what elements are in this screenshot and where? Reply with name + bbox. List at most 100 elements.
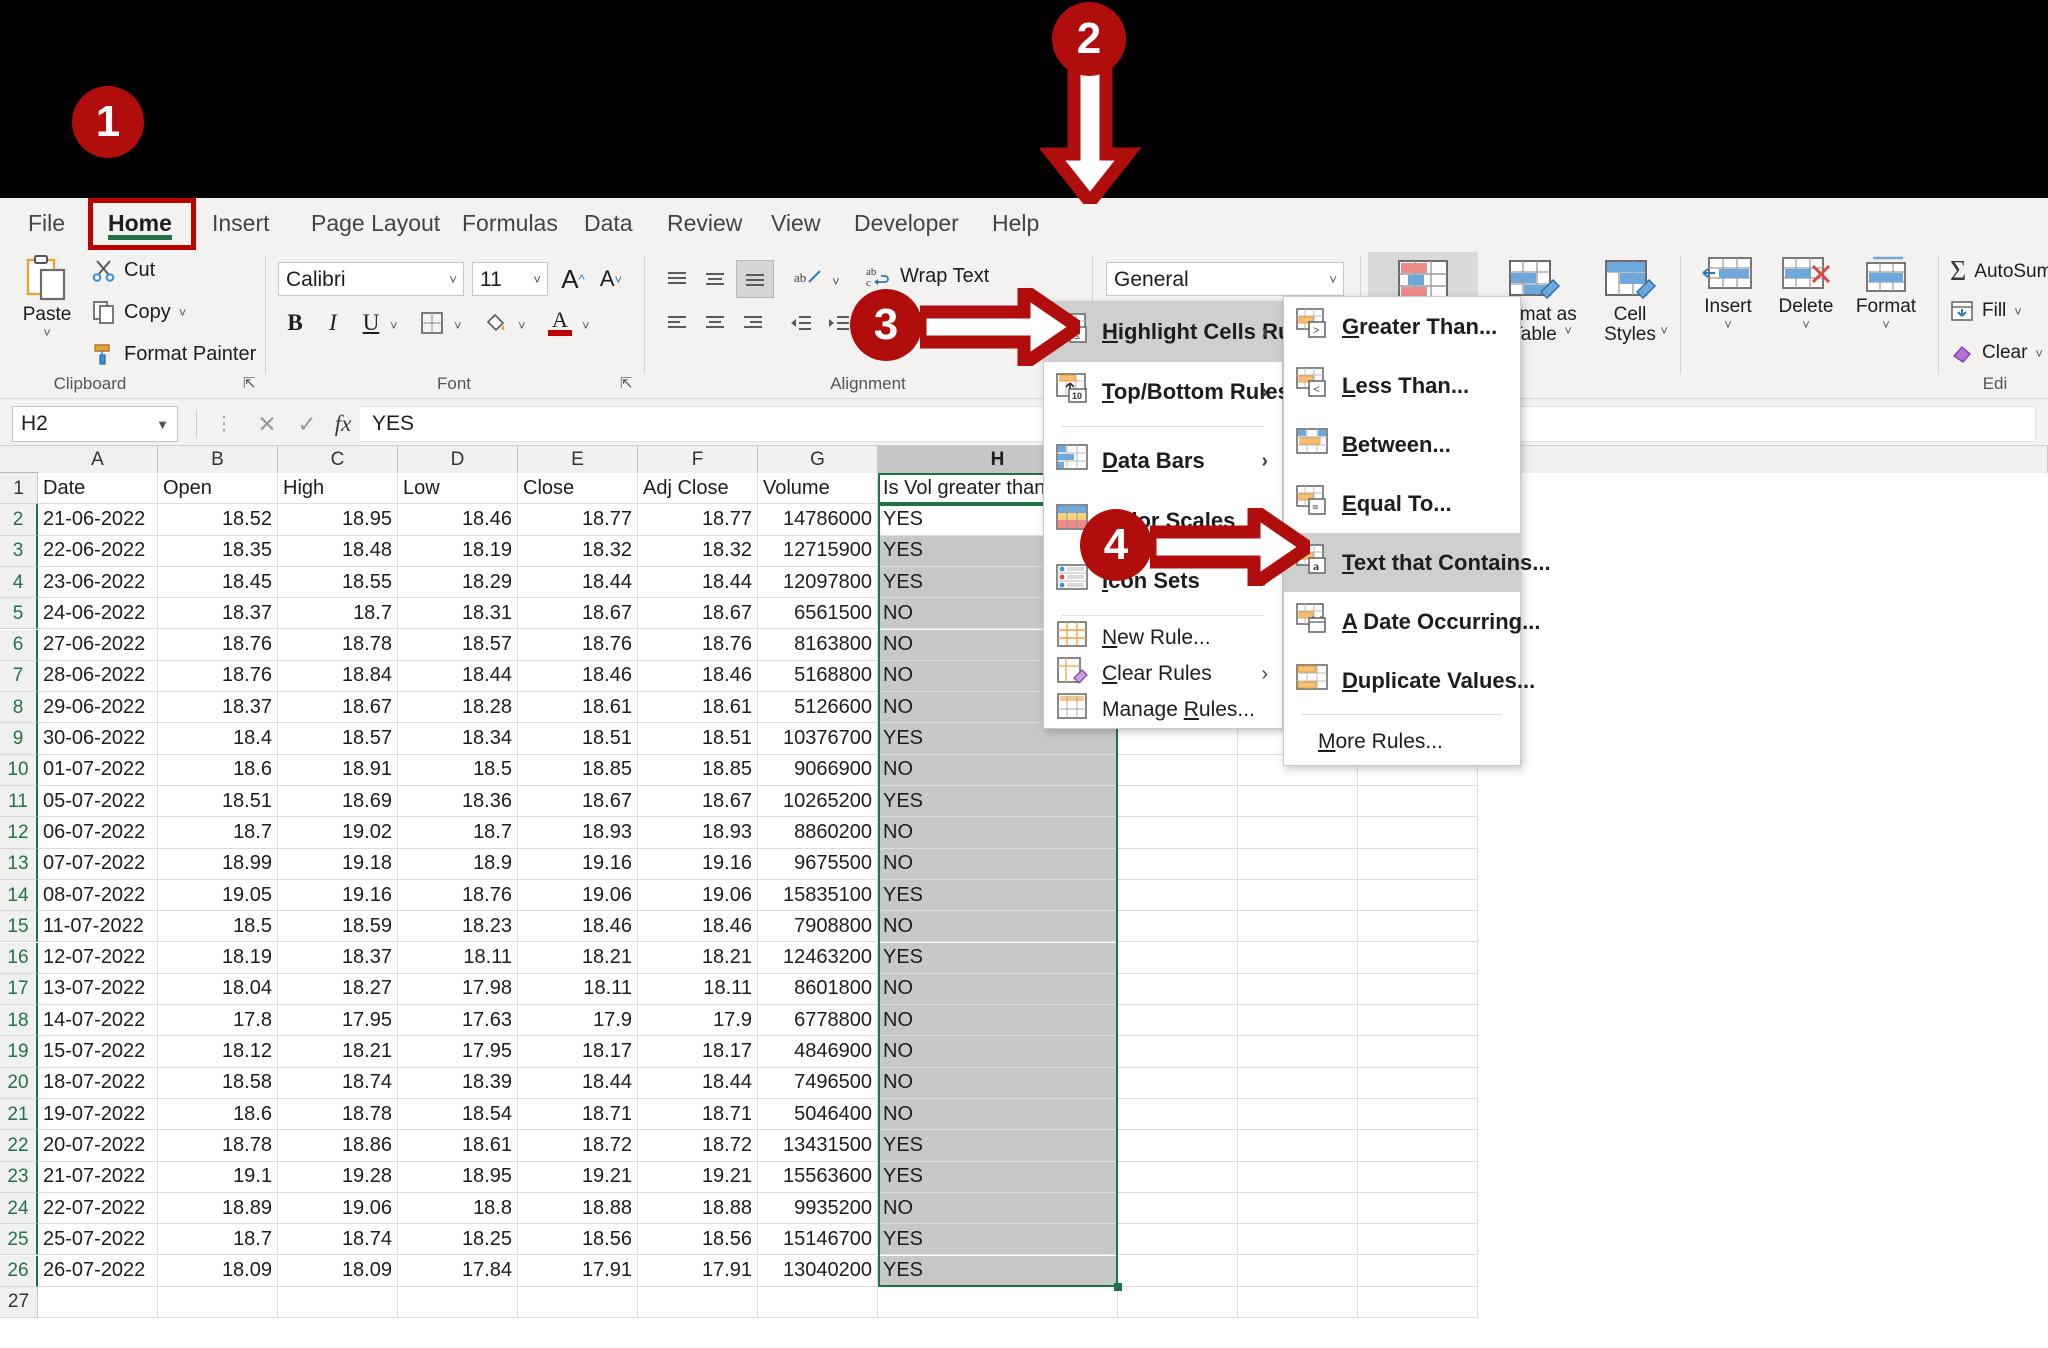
cell-D13[interactable]: 18.9: [398, 848, 518, 880]
cell-J21[interactable]: [1238, 1099, 1358, 1131]
cell-C18[interactable]: 17.95: [278, 1005, 398, 1037]
cell-G12[interactable]: 8860200: [758, 817, 878, 849]
cell-G13[interactable]: 9675500: [758, 848, 878, 880]
cell-B5[interactable]: 18.37: [158, 598, 278, 630]
cell-D23[interactable]: 18.95: [398, 1161, 518, 1193]
format-painter-button[interactable]: Format Painter: [92, 342, 256, 366]
cell-H27[interactable]: [878, 1286, 1118, 1319]
autosum-button[interactable]: Σ AutoSum ˅: [1950, 256, 2048, 288]
cell-J12[interactable]: [1238, 817, 1358, 849]
row-header-9[interactable]: 9: [0, 723, 38, 755]
cell-F1[interactable]: Adj Close: [638, 473, 758, 505]
tab-data[interactable]: Data: [570, 202, 647, 244]
cell-I19[interactable]: [1118, 1036, 1238, 1068]
cell-A27[interactable]: [38, 1286, 158, 1319]
cell-B16[interactable]: 18.19: [158, 942, 278, 974]
row-header-27[interactable]: 27: [0, 1286, 38, 1319]
highlight-rule-equal-to[interactable]: = Equal To...: [1284, 474, 1520, 533]
cell-C19[interactable]: 18.21: [278, 1036, 398, 1068]
cell-F17[interactable]: 18.11: [638, 973, 758, 1006]
cell-B21[interactable]: 18.6: [158, 1099, 278, 1131]
cell-G3[interactable]: 12715900: [758, 535, 878, 567]
cell-A13[interactable]: 07-07-2022: [38, 848, 158, 880]
cell-E11[interactable]: 18.67: [518, 786, 638, 818]
cell-D22[interactable]: 18.61: [398, 1130, 518, 1162]
cell-G14[interactable]: 15835100: [758, 879, 878, 912]
cell-K23[interactable]: [1358, 1161, 1478, 1193]
cell-E10[interactable]: 18.85: [518, 754, 638, 786]
cell-G26[interactable]: 13040200: [758, 1255, 878, 1287]
cell-D15[interactable]: 18.23: [398, 911, 518, 943]
cell-E22[interactable]: 18.72: [518, 1130, 638, 1162]
cell-H10[interactable]: NO: [878, 754, 1118, 786]
cell-B14[interactable]: 19.05: [158, 879, 278, 912]
cell-G19[interactable]: 4846900: [758, 1036, 878, 1068]
highlight-rule-duplicate-values[interactable]: Duplicate Values...: [1284, 651, 1535, 710]
cell-B27[interactable]: [158, 1286, 278, 1319]
cell-H11[interactable]: YES: [878, 786, 1118, 818]
cell-K14[interactable]: [1358, 879, 1478, 912]
cell-C23[interactable]: 19.28: [278, 1161, 398, 1193]
cell-E21[interactable]: 18.71: [518, 1099, 638, 1131]
cell-C1[interactable]: High: [278, 473, 398, 505]
cell-H12[interactable]: NO: [878, 817, 1118, 849]
copy-button[interactable]: Copy ˅: [92, 300, 186, 324]
cell-A1[interactable]: Date: [38, 473, 158, 505]
cell-B22[interactable]: 18.78: [158, 1130, 278, 1162]
cell-G21[interactable]: 5046400: [758, 1099, 878, 1131]
cell-E12[interactable]: 18.93: [518, 817, 638, 849]
cell-H25[interactable]: YES: [878, 1224, 1118, 1256]
cell-C9[interactable]: 18.57: [278, 723, 398, 755]
cell-A18[interactable]: 14-07-2022: [38, 1005, 158, 1037]
row-header-19[interactable]: 19: [0, 1036, 38, 1068]
cell-E6[interactable]: 18.76: [518, 629, 638, 661]
clear-button[interactable]: Clear ˅: [1950, 342, 2043, 364]
cell-B25[interactable]: 18.7: [158, 1224, 278, 1256]
row-header-14[interactable]: 14: [0, 879, 38, 912]
highlight-cells-rules-submenu[interactable]: > Greater Than... < Less Than... Between... =…: [1283, 296, 1551, 766]
cell-F2[interactable]: 18.77: [638, 504, 758, 536]
insert-function-button[interactable]: fx: [326, 408, 360, 440]
cell-F12[interactable]: 18.93: [638, 817, 758, 849]
cell-D20[interactable]: 18.39: [398, 1067, 518, 1099]
cell-E25[interactable]: 18.56: [518, 1224, 638, 1256]
row-header-3[interactable]: 3: [0, 535, 38, 567]
cell-F15[interactable]: 18.46: [638, 911, 758, 943]
cell-G22[interactable]: 13431500: [758, 1130, 878, 1162]
cell-K19[interactable]: [1358, 1036, 1478, 1068]
cell-D1[interactable]: Low: [398, 473, 518, 505]
bold-button[interactable]: B: [278, 306, 312, 340]
cell-G23[interactable]: 15563600: [758, 1161, 878, 1193]
cell-E15[interactable]: 18.46: [518, 911, 638, 943]
cell-K17[interactable]: [1358, 973, 1478, 1006]
cell-C27[interactable]: [278, 1286, 398, 1319]
cell-H24[interactable]: NO: [878, 1192, 1118, 1225]
underline-button[interactable]: U: [354, 306, 388, 340]
cell-A23[interactable]: 21-07-2022: [38, 1161, 158, 1193]
cell-F8[interactable]: 18.61: [638, 692, 758, 724]
cell-H14[interactable]: YES: [878, 879, 1118, 912]
cell-D5[interactable]: 18.31: [398, 598, 518, 630]
row-header-6[interactable]: 6: [0, 629, 38, 661]
cell-B6[interactable]: 18.76: [158, 629, 278, 661]
cell-B19[interactable]: 18.12: [158, 1036, 278, 1068]
cell-E13[interactable]: 19.16: [518, 848, 638, 880]
cell-E24[interactable]: 18.88: [518, 1192, 638, 1225]
align-middle-button[interactable]: [698, 262, 732, 296]
cell-F20[interactable]: 18.44: [638, 1067, 758, 1099]
cell-C10[interactable]: 18.91: [278, 754, 398, 786]
cancel-formula-button[interactable]: ✕: [250, 408, 284, 440]
row-header-25[interactable]: 25: [0, 1224, 38, 1256]
cell-D19[interactable]: 17.95: [398, 1036, 518, 1068]
cell-I11[interactable]: [1118, 786, 1238, 818]
cell-J26[interactable]: [1238, 1255, 1358, 1287]
cell-C6[interactable]: 18.78: [278, 629, 398, 661]
row-header-15[interactable]: 15: [0, 911, 38, 943]
cell-E5[interactable]: 18.67: [518, 598, 638, 630]
cell-K27[interactable]: [1358, 1286, 1478, 1319]
highlight-rule-between[interactable]: Between...: [1284, 415, 1520, 474]
insert-cells-button[interactable]: Insert ˅: [1690, 254, 1766, 332]
cell-D17[interactable]: 17.98: [398, 973, 518, 1006]
highlight-rule-text-that-contains[interactable]: a Text that Contains...: [1284, 533, 1551, 592]
cell-J17[interactable]: [1238, 973, 1358, 1006]
